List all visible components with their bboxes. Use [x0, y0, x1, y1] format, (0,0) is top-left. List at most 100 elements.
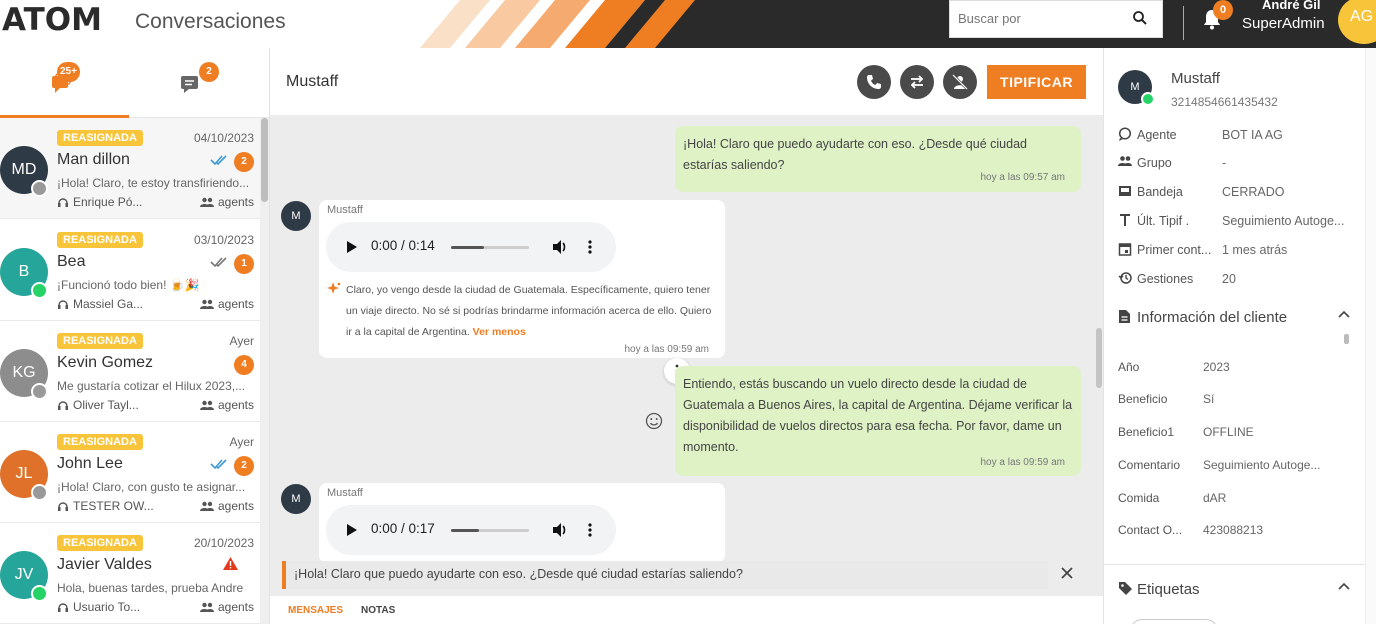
text-type-icon — [1120, 214, 1130, 226]
contact-phone: 3214854661435432 — [1171, 95, 1278, 109]
tab-pending-conversations[interactable]: 2 — [129, 48, 258, 118]
agent-name: Massiel Ga... — [73, 297, 144, 311]
group-name: agents — [217, 398, 254, 412]
detail-value: - — [1222, 156, 1227, 170]
detail-label: Bandeja — [1137, 185, 1183, 199]
close-icon[interactable] — [1060, 566, 1074, 580]
top-bar: ATOM Conversaciones Buscar por 0 André G… — [0, 0, 1376, 48]
agent-name: Enrique Pó... — [73, 195, 143, 209]
message-area: ¡Hola! Claro que puedo ayudarte con eso.… — [270, 118, 1103, 563]
status-tag: REASIGNADA — [57, 232, 143, 248]
section-title: Información del cliente — [1137, 309, 1288, 326]
detail-row-bandeja: Bandeja CERRADO — [1118, 183, 1358, 203]
scrollbar-thumb[interactable] — [261, 118, 268, 202]
sender-name: Mustaff — [327, 487, 363, 499]
info-value: dAR — [1203, 491, 1227, 505]
phone-icon — [867, 75, 881, 89]
assigned-group: agents — [199, 398, 254, 412]
double-check-icon — [210, 155, 227, 166]
contact-name: John Lee — [57, 455, 123, 472]
info-value: Sí — [1203, 392, 1215, 406]
conversation-item[interactable]: REASIGNADA Ayer KG Kevin Gomez 4 Me gust… — [0, 321, 260, 422]
audio-time: 0:00 / 0:17 — [371, 521, 435, 536]
tab-my-conversations[interactable]: 25+ — [0, 48, 129, 118]
more-options-icon[interactable] — [588, 239, 592, 255]
conversation-list-scrollbar[interactable] — [260, 118, 269, 624]
detail-row-agente: Agente BOT IA AG — [1118, 126, 1358, 146]
group-icon — [199, 299, 214, 309]
more-options-icon[interactable] — [588, 522, 592, 538]
audio-player[interactable]: 0:00 / 0:14 — [326, 222, 616, 272]
chevron-up-icon[interactable] — [1338, 582, 1350, 590]
user-name: André Gil — [1262, 0, 1321, 12]
chat-scrollbar[interactable] — [1096, 328, 1102, 388]
detail-label: Últ. Tipif . — [1137, 214, 1190, 228]
detail-value: Seguimiento Autoge... — [1222, 214, 1345, 228]
play-icon[interactable] — [347, 241, 357, 253]
client-info-scrollbar[interactable] — [1344, 334, 1349, 344]
emoji-reaction-icon[interactable] — [645, 412, 663, 430]
audio-time: 0:00 / 0:14 — [371, 238, 435, 253]
transfer-icon — [910, 75, 924, 89]
notifications-badge: 0 — [1213, 0, 1233, 20]
right-edge-strip — [1365, 48, 1376, 624]
info-value: Seguimiento Autoge... — [1203, 458, 1321, 472]
audio-player[interactable]: 0:00 / 0:17 — [326, 505, 616, 555]
group-name: agents — [217, 195, 254, 209]
search-icon[interactable] — [1132, 10, 1148, 26]
play-icon[interactable] — [347, 524, 357, 536]
chat-contact-name: Mustaff — [286, 73, 339, 90]
detail-label: Grupo — [1137, 156, 1172, 170]
conversation-item[interactable]: REASIGNADA 03/10/2023 B Bea 1 ¡Funcionó … — [0, 220, 260, 321]
detail-row-grupo: Grupo - — [1118, 154, 1358, 174]
status-tag: REASIGNADA — [57, 130, 143, 146]
message-text: Entiendo, estás buscando un vuelo direct… — [683, 377, 1073, 454]
volume-icon[interactable] — [552, 522, 568, 538]
tipificar-button[interactable]: TIPIFICAR — [987, 65, 1086, 99]
detail-row-gestiones: Gestiones 20 — [1118, 270, 1358, 290]
group-icon — [199, 602, 214, 612]
audio-progress-fill — [451, 246, 484, 249]
conversation-item[interactable]: REASIGNADA 04/10/2023 MD Man dillon 2 ¡H… — [0, 118, 260, 219]
sender-avatar: M — [281, 201, 311, 231]
conversation-item[interactable]: REASIGNADA 20/10/2023 JV Javier Valdes H… — [0, 523, 260, 624]
detail-label: Primer cont... — [1137, 243, 1212, 257]
transfer-button[interactable] — [900, 65, 934, 99]
conversation-item[interactable]: REASIGNADA Ayer JL John Lee 2 ¡Hola! Cla… — [0, 422, 260, 523]
double-check-icon — [210, 459, 227, 470]
audio-progress[interactable] — [451, 529, 529, 532]
chevron-up-icon[interactable] — [1338, 310, 1350, 318]
client-info-section-header[interactable]: Información del cliente — [1118, 306, 1356, 330]
agent-channel-icon — [31, 383, 48, 400]
volume-icon[interactable] — [552, 239, 568, 255]
audio-progress[interactable] — [451, 246, 529, 249]
unassign-button[interactable] — [943, 65, 977, 99]
call-button[interactable] — [857, 65, 891, 99]
tab-notas[interactable]: NOTAS — [361, 605, 395, 616]
tab-mensajes[interactable]: MENSAJES — [288, 605, 343, 616]
reply-quote: ¡Hola! Claro que puedo ayudarte con eso.… — [282, 561, 1048, 589]
audio-progress-fill — [451, 529, 480, 532]
info-value: 423088213 — [1203, 523, 1264, 537]
whatsapp-icon — [31, 585, 48, 602]
outgoing-message: ¡Hola! Claro que puedo ayudarte con eso.… — [675, 126, 1081, 192]
ai-sparkle-icon — [327, 282, 341, 294]
status-tag: REASIGNADA — [57, 333, 143, 349]
ver-menos-link[interactable]: Ver menos — [473, 326, 526, 338]
app-logo[interactable]: ATOM — [2, 2, 102, 38]
user-role: SuperAdmin — [1242, 15, 1325, 32]
group-icon — [1118, 156, 1132, 166]
tab-badge: 2 — [199, 62, 219, 82]
group-icon — [199, 501, 214, 511]
search-input[interactable]: Buscar por — [958, 11, 1021, 26]
warning-icon — [223, 557, 238, 570]
contact-name: Kevin Gomez — [57, 354, 154, 371]
search-box[interactable]: Buscar por — [949, 0, 1163, 38]
message-preview: Me gustaría cotizar el Hilux 2023,... — [57, 379, 246, 393]
assigned-agent: Massiel Ga... — [57, 297, 143, 311]
section-divider — [1104, 564, 1366, 565]
message-preview: ¡Hola! Claro, con gusto te asignar... — [57, 480, 246, 494]
tag-chip[interactable] — [1130, 619, 1218, 624]
tags-section-header[interactable]: Etiquetas — [1118, 578, 1356, 602]
conversation-date: 20/10/2023 — [193, 536, 254, 550]
